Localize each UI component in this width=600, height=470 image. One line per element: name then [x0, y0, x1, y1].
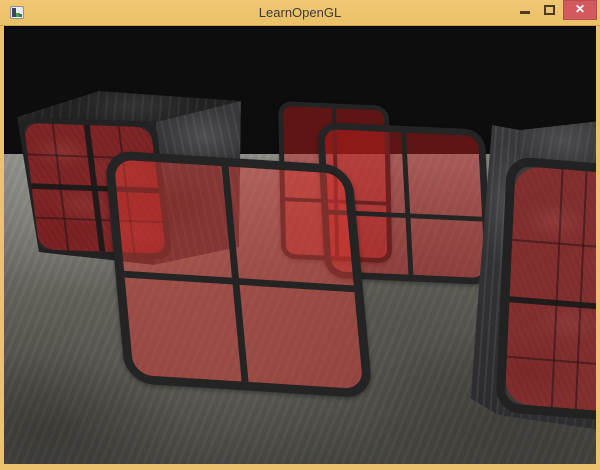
- red-glass: [505, 166, 596, 416]
- opengl-viewport[interactable]: [4, 26, 596, 464]
- window-texture-on-right-cube: [495, 156, 596, 425]
- transparent-window-foreground: [104, 150, 373, 399]
- window-crossbar-vertical: [401, 133, 413, 275]
- maximize-icon: [544, 5, 555, 15]
- maximize-button[interactable]: [536, 0, 562, 20]
- minimize-icon: [520, 11, 530, 14]
- app-window: LearnOpenGL ✕: [0, 0, 600, 470]
- window-title: LearnOpenGL: [0, 0, 600, 26]
- close-button[interactable]: ✕: [563, 0, 597, 20]
- minimize-button[interactable]: [512, 0, 538, 20]
- window-crossbar-vertical: [222, 166, 249, 382]
- titlebar[interactable]: LearnOpenGL ✕: [0, 0, 600, 26]
- close-icon: ✕: [563, 0, 597, 19]
